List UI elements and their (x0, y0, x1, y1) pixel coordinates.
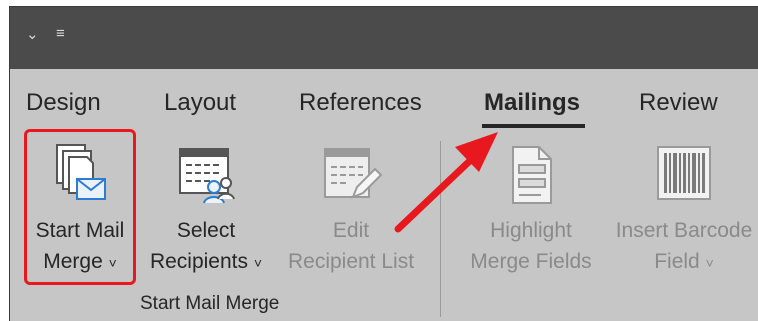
insert-barcode-label-1: Insert Barcode (615, 219, 753, 242)
edit-recipient-list-label-1: Edit (332, 219, 370, 242)
edit-recipient-list-button[interactable]: Edit Recipient List (276, 135, 426, 285)
select-recipients-label-2: Recipients (149, 250, 249, 273)
insert-barcode-field-button[interactable]: Insert Barcode Field ˅ (604, 135, 758, 285)
tab-design[interactable]: Design (26, 89, 101, 117)
select-recipients-button[interactable]: Select Recipients ˅ (138, 135, 274, 285)
highlight-merge-fields-icon (503, 143, 559, 212)
tab-layout[interactable]: Layout (164, 89, 236, 117)
insert-barcode-label-2: Field (654, 250, 700, 273)
select-recipients-icon (174, 143, 238, 212)
highlight-merge-fields-label-1: Highlight (490, 219, 572, 242)
tab-mailings[interactable]: Mailings (484, 89, 580, 117)
select-recipients-label-1: Select (176, 219, 236, 242)
word-window: ⌄ ≡ Design Layout References Mailings Re… (9, 6, 758, 321)
highlight-merge-fields-label-2: Merge Fields (470, 250, 592, 273)
edit-recipient-list-icon (319, 143, 383, 212)
edit-recipient-list-label-2: Recipient List (287, 250, 415, 273)
chevron-down-icon: ˅ (253, 255, 263, 271)
chevron-down-icon[interactable]: ⌄ (26, 25, 39, 43)
title-bar: ⌄ ≡ (10, 7, 758, 69)
barcode-icon (654, 143, 714, 212)
tab-review[interactable]: Review (639, 89, 718, 117)
highlight-merge-fields-button[interactable]: Highlight Merge Fields (458, 135, 604, 285)
tab-references[interactable]: References (299, 89, 422, 117)
ribbon-tabs: Design Layout References Mailings Review (10, 69, 758, 129)
group-label-start-mail-merge: Start Mail Merge (140, 293, 280, 314)
highlight-box (24, 129, 136, 285)
group-separator (440, 141, 441, 317)
active-tab-underline (482, 124, 585, 128)
chevron-down-icon: ˅ (705, 255, 714, 271)
customize-qat-icon[interactable]: ≡ (56, 25, 65, 42)
